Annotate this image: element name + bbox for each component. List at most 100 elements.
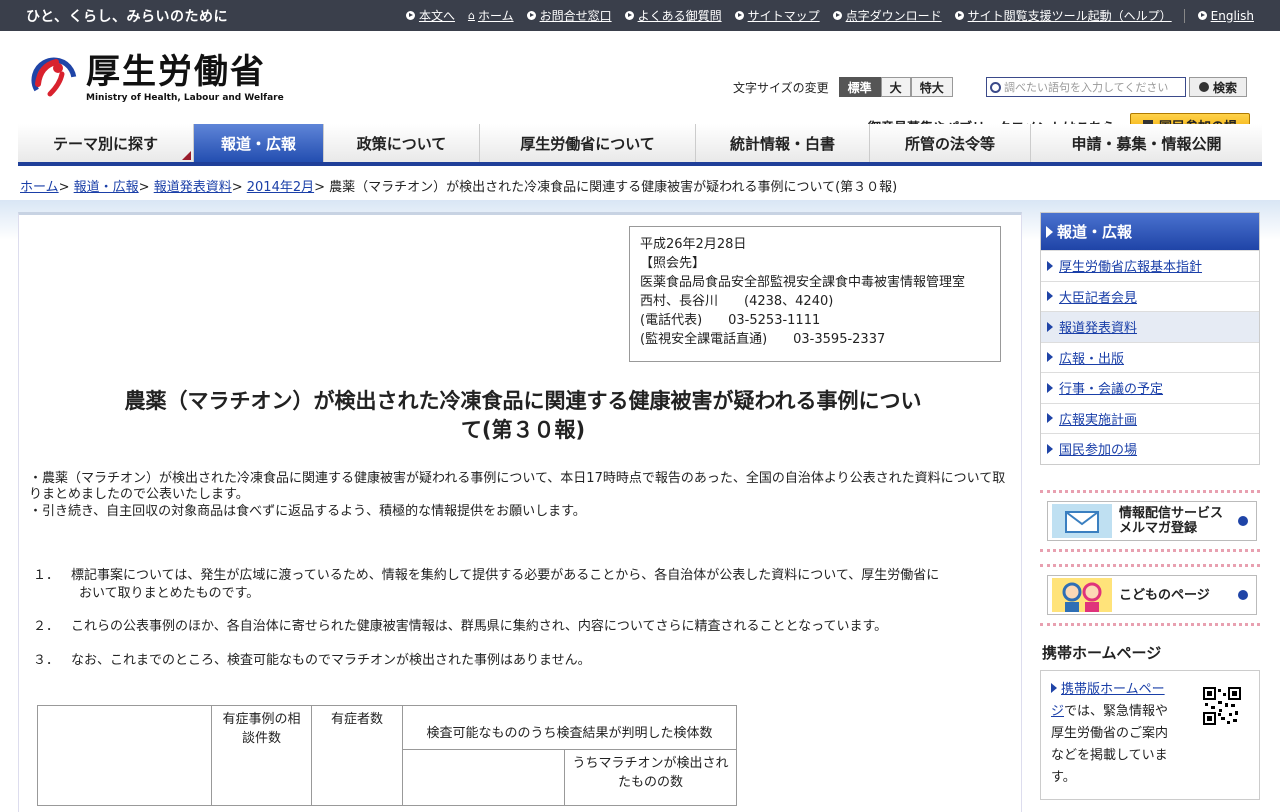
mail-banner-wrap: 情報配信サービス メルマガ登録: [1040, 490, 1260, 552]
font-size-xlarge-button[interactable]: 特大: [910, 77, 953, 97]
font-size-standard-button[interactable]: 標準: [838, 77, 881, 97]
site-slogan: ひと、くらし、みらいのために: [26, 8, 229, 25]
arrow-icon: [1051, 683, 1057, 693]
link-braille-download[interactable]: 点字ダウンロード: [832, 7, 942, 24]
sidebar-item-press-conference[interactable]: 大臣記者会見: [1041, 280, 1259, 312]
mail-magazine-banner[interactable]: 情報配信サービス メルマガ登録: [1047, 501, 1257, 541]
arrow-icon: [1047, 382, 1053, 393]
nav-policy[interactable]: 政策について: [324, 124, 480, 162]
mobile-info-box: 携帯版ホームページでは、緊急情報や厚生労働省のご案内などを掲載しています。: [1040, 670, 1260, 800]
logo-title: 厚生労働省: [86, 52, 266, 92]
nav-statistics[interactable]: 統計情報・白書: [696, 124, 870, 162]
sidebar-item-pr-plan[interactable]: 広報実施計画: [1041, 402, 1259, 434]
link-sitemap[interactable]: サイトマップ: [734, 7, 820, 24]
lead-paragraph: ・農薬（マラチオン）が検出された冷凍食品に関連する健康被害が疑われる事例について…: [29, 471, 1006, 502]
font-size-large-button[interactable]: 大: [880, 77, 911, 97]
contact-tel-main: (電話代表) 03-5253-1111: [640, 313, 821, 328]
breadcrumb-month[interactable]: 2014年2月: [247, 180, 314, 195]
divider: [1183, 8, 1185, 23]
table-header-cell: 検査可能なもののうち検査結果が判明した検体数: [402, 705, 737, 750]
contact-heading: 【照会先】: [640, 256, 706, 271]
page-title: 農薬（マラチオン）が検出された冷凍食品に関連する健康被害が疑われる事例につい て…: [124, 389, 922, 442]
link-skip-to-content[interactable]: 本文へ: [405, 7, 455, 24]
children-icon: [1051, 578, 1113, 612]
main-content: 平成26年2月28日 【照会先】 医薬食品局食品安全部監視安全課食中毒被害情報管…: [18, 212, 1022, 812]
ministry-logo-icon: [31, 57, 77, 102]
numbered-item: １． 標記事案については、発生が広域に渡っているため、情報を集約して提供する必要が…: [33, 568, 940, 601]
sidebar-item-events[interactable]: 行事・会議の予定: [1041, 372, 1259, 403]
arrow-icon: [405, 11, 415, 20]
numbered-item: ３． なお、これまでのところ、検査可能なものでマラチオンが検出された事例はありませ…: [33, 653, 591, 668]
site-logo[interactable]: 厚生労働省 Ministry of Health, Labour and Wel…: [30, 53, 284, 103]
mail-icon: [1051, 504, 1113, 538]
arrow-icon: [1047, 352, 1053, 363]
lead-text: ・農薬（マラチオン）が検出された冷凍食品に関連する健康被害が疑われる事例について…: [29, 471, 1013, 521]
kids-banner-wrap: こどものページ: [1040, 564, 1260, 626]
nav-about-ministry[interactable]: 厚生労働省について: [480, 124, 696, 162]
contact-department: 医薬食品局食品安全部監視安全課食中毒被害情報管理室: [640, 275, 966, 290]
breadcrumb-home[interactable]: ホーム: [20, 180, 59, 195]
qr-code-icon: [1203, 687, 1241, 725]
nav-applications[interactable]: 申請・募集・情報公開: [1031, 124, 1262, 162]
contact-date: 平成26年2月28日: [640, 237, 747, 252]
arrow-icon: [1197, 11, 1207, 20]
table-header-cell: 有症事例の相談件数: [211, 705, 312, 806]
contact-tel-direct: (監視安全課電話直通) 03-3595-2337: [640, 332, 886, 347]
numbered-item: ２． これらの公表事例のほか、各自治体に寄せられた健康被害情報は、群馬県に集約され…: [33, 619, 888, 634]
search-placeholder: 調べたい語句を入力してください: [1004, 81, 1169, 94]
link-faq[interactable]: よくある御質問: [624, 7, 722, 24]
cases-table: 有症事例の相談件数 有症者数 検査可能なもののうち検査結果が判明した検体数 うち…: [37, 705, 737, 806]
arrow-icon: [1198, 82, 1209, 92]
link-home[interactable]: ⌂ ホーム: [468, 7, 514, 24]
breadcrumb: ホーム> 報道・広報> 報道発表資料> 2014年2月> 農薬（マラチオン）が検…: [20, 180, 898, 195]
arrow-icon: [1047, 260, 1053, 271]
search-icon: [990, 81, 1001, 93]
arrow-icon: [1047, 291, 1053, 302]
arrow-icon: [1046, 225, 1053, 238]
arrow-icon: [832, 11, 842, 20]
arrow-icon: [624, 11, 634, 20]
search-input[interactable]: 調べたい語句を入力してください: [986, 77, 1186, 97]
font-size-label: 文字サイズの変更: [733, 80, 829, 95]
top-utility-bar: ひと、くらし、みらいのために 本文へ ⌂ ホーム お問合せ窓口 よくある御質問 サ…: [0, 0, 1280, 31]
sidebar-menu: 報道・広報 厚生労働省広報基本指針 大臣記者会見 報道発表資料 広報・出版 行事…: [1040, 212, 1260, 465]
global-nav: テーマ別に探す 報道・広報 政策について 厚生労働省について 統計情報・白書 所…: [18, 124, 1262, 166]
utility-links: 本文へ ⌂ ホーム お問合せ窓口 よくある御質問 サイトマップ 点字ダウンロード …: [393, 7, 1254, 24]
home-icon: ⌂: [467, 9, 475, 22]
sidebar-item-pr-policy[interactable]: 厚生労働省広報基本指針: [1041, 250, 1259, 281]
font-size-switcher: 文字サイズの変更 標準 大 特大: [733, 77, 953, 97]
nav-theme-search[interactable]: テーマ別に探す: [18, 124, 194, 162]
arrow-icon: [1047, 321, 1053, 332]
breadcrumb-press-releases[interactable]: 報道発表資料: [154, 180, 232, 195]
arrow-icon: [1238, 516, 1248, 526]
arrow-icon: [1047, 413, 1053, 424]
sidebar-item-press-releases[interactable]: 報道発表資料: [1041, 311, 1259, 342]
link-accessibility-tool[interactable]: サイト閲覧支援ツール起動（ヘルプ）: [954, 7, 1172, 24]
contact-box: 平成26年2月28日 【照会先】 医薬食品局食品安全部監視安全課食中毒被害情報管…: [629, 226, 1001, 362]
nav-press-pr[interactable]: 報道・広報: [194, 124, 324, 162]
sidebar-item-participation[interactable]: 国民参加の場: [1041, 433, 1259, 464]
sidebar-heading: 報道・広報: [1041, 213, 1259, 250]
sidebar-item-publications[interactable]: 広報・出版: [1041, 341, 1259, 373]
table-header-cell: [37, 705, 212, 806]
logo-subtitle: Ministry of Health, Labour and Welfare: [86, 93, 284, 103]
kids-page-banner[interactable]: こどものページ: [1047, 575, 1257, 615]
arrow-icon: [526, 11, 536, 20]
sidebar: 報道・広報 厚生労働省広報基本指針 大臣記者会見 報道発表資料 広報・出版 行事…: [1040, 212, 1260, 800]
table-header-cell: 有症者数: [311, 705, 403, 806]
nav-laws[interactable]: 所管の法令等: [870, 124, 1031, 162]
arrow-icon: [1047, 443, 1053, 454]
arrow-icon: [1238, 590, 1248, 600]
table-header-cell: うちマラチオンが検出されたものの数: [564, 749, 737, 806]
contact-names: 西村、長谷川 (4238、4240): [640, 294, 834, 309]
site-search: 調べたい語句を入力してください 検索: [986, 77, 1247, 97]
link-english[interactable]: English: [1197, 9, 1254, 23]
lead-paragraph: ・引き続き、自主回収の対象商品は食べずに返品するよう、積極的な情報提供をお願いし…: [29, 504, 586, 519]
breadcrumb-press[interactable]: 報道・広報: [74, 180, 139, 195]
link-contact[interactable]: お問合せ窓口: [526, 7, 612, 24]
site-header: 厚生労働省 Ministry of Health, Labour and Wel…: [0, 31, 1280, 137]
search-button[interactable]: 検索: [1189, 77, 1247, 97]
breadcrumb-current: 農薬（マラチオン）が検出された冷凍食品に関連する健康被害が疑われる事例について(…: [329, 180, 898, 195]
arrow-icon: [954, 11, 964, 20]
arrow-icon: [734, 11, 744, 20]
